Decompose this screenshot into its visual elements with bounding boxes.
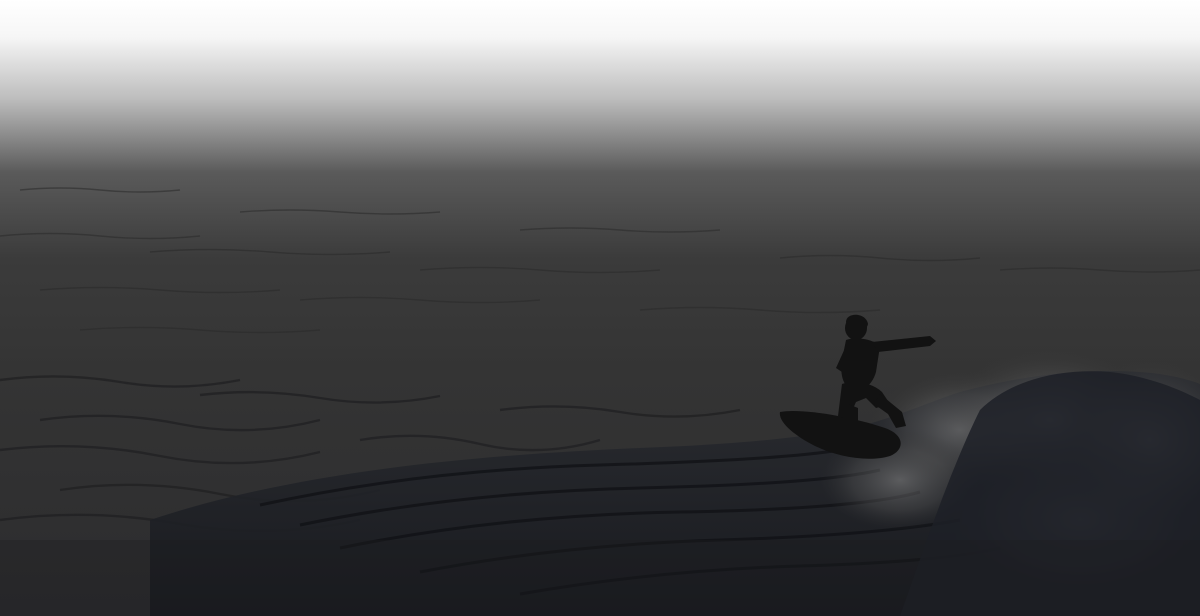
surf-photo [0,0,1200,616]
foreground-shade [0,540,1200,616]
surf-photo-canvas [0,0,1200,616]
